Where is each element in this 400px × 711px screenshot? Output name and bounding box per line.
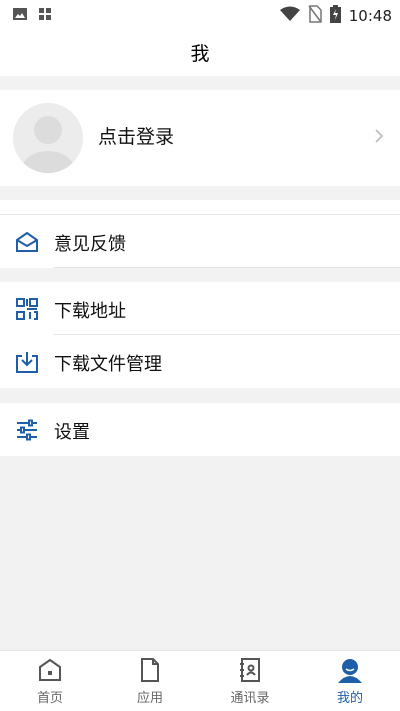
battery-charging-icon (329, 5, 341, 27)
menu-item-feedback[interactable]: 意见反馈 (0, 215, 400, 268)
sliders-icon (15, 418, 39, 442)
tab-me-label: 我的 (336, 691, 363, 706)
image-icon (12, 6, 28, 26)
no-sim-icon (308, 5, 322, 27)
menu-item-download-manager[interactable]: 下载文件管理 (0, 335, 400, 388)
menu-item-settings[interactable]: 设置 (0, 403, 400, 456)
download-manager-label: 下载文件管理 (54, 354, 162, 375)
tab-contacts[interactable]: 通讯录 (200, 651, 300, 711)
contacts-icon (237, 657, 263, 683)
feedback-section: 意见反馈 (0, 215, 400, 268)
menu-item-download-address[interactable]: 下载地址 (0, 282, 400, 335)
avatar (13, 103, 83, 173)
qr-code-icon (15, 297, 39, 321)
login-label: 点击登录 (98, 126, 175, 148)
status-time: 10:48 (348, 7, 392, 25)
download-address-label: 下载地址 (54, 301, 126, 322)
profile-login-row[interactable]: 点击登录 (0, 90, 400, 186)
status-bar: 10:48 (0, 0, 400, 28)
envelope-icon (15, 230, 39, 254)
settings-label: 设置 (54, 422, 90, 443)
home-icon (37, 657, 63, 683)
tab-home-label: 首页 (36, 691, 63, 706)
section-spacer (0, 200, 400, 215)
feedback-label: 意见反馈 (54, 234, 126, 255)
tab-apps-label: 应用 (136, 691, 163, 706)
tab-apps[interactable]: 应用 (100, 651, 200, 711)
user-icon (337, 657, 363, 683)
settings-section: 设置 (0, 403, 400, 456)
wifi-icon (279, 6, 300, 26)
apps-icon (38, 6, 52, 26)
page-header: 我 (0, 28, 400, 76)
page-title: 我 (190, 42, 210, 65)
download-icon (15, 350, 39, 374)
default-avatar-icon (22, 116, 74, 173)
chevron-right-icon (374, 128, 384, 148)
download-section: 下载地址 下载文件管理 (0, 282, 400, 388)
document-icon (137, 657, 163, 683)
tab-contacts-label: 通讯录 (230, 691, 270, 706)
bottom-tab-bar: 首页 应用 通讯录 我的 (0, 650, 400, 711)
tab-me[interactable]: 我的 (300, 651, 400, 711)
divider (54, 267, 400, 268)
tab-home[interactable]: 首页 (0, 651, 100, 711)
